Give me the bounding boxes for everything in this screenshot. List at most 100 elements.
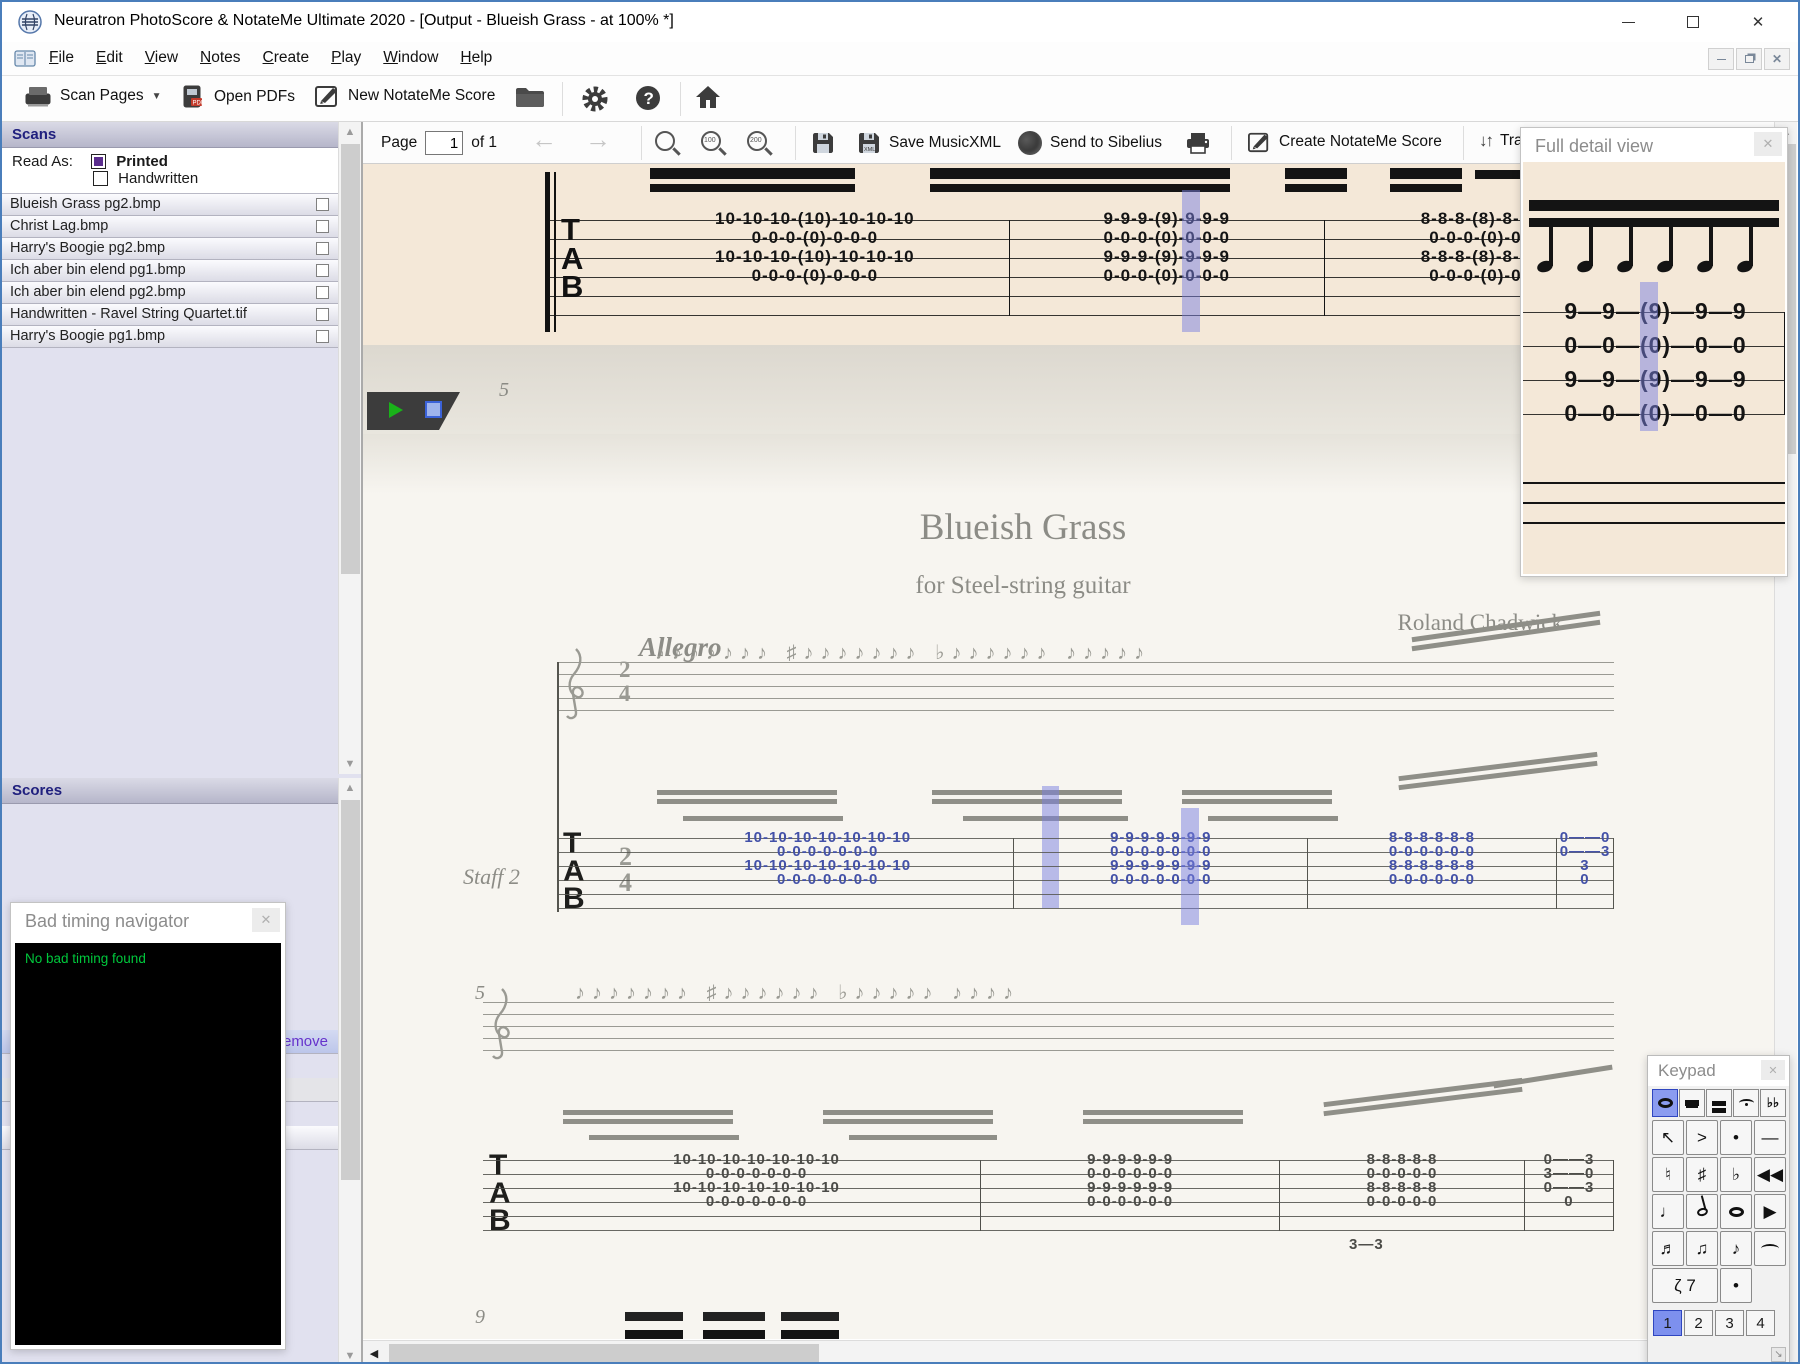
minimize-button[interactable] <box>1600 6 1656 38</box>
natural-button[interactable]: ♮ <box>1652 1157 1684 1192</box>
mdi-restore-button[interactable] <box>1736 48 1762 70</box>
file-checkbox[interactable] <box>316 220 329 233</box>
sharp-button[interactable]: ♯ <box>1686 1157 1718 1192</box>
whole-note-tab[interactable] <box>1652 1089 1678 1117</box>
rests-button[interactable]: ζ 7 <box>1652 1268 1718 1303</box>
menu-window[interactable]: Window <box>372 42 449 67</box>
maximize-button[interactable] <box>1665 6 1721 38</box>
tab-measure[interactable]: 10-10-10-(10)-10-10-10 0-0-0-(0)-0-0-0 10-… <box>621 209 1010 316</box>
settings-button[interactable] <box>580 84 610 114</box>
menu-create[interactable]: Create <box>252 42 321 67</box>
full-detail-content[interactable]: 9—9—(9)—9—90—0—(0)—0—09—9—(9)—9—90—0—(0)… <box>1523 162 1785 574</box>
zoom-button[interactable] <box>655 131 675 151</box>
scrollbar-thumb[interactable] <box>341 800 360 1180</box>
open-folder-button[interactable] <box>514 84 546 110</box>
scrollbar-thumb[interactable] <box>341 144 360 574</box>
menu-file[interactable]: File <box>38 42 85 67</box>
staccato-button[interactable]: • <box>1720 1120 1752 1155</box>
printed-checkbox[interactable] <box>91 154 107 169</box>
tab-measure[interactable]: 0——3 3——0 0——3 0 <box>1525 1151 1614 1231</box>
scan-file-item[interactable]: Blueish Grass pg2.bmp <box>2 194 338 216</box>
create-notateme-button[interactable]: Create NotateMe Score <box>1247 131 1442 153</box>
zoom-200-button[interactable]: 200 <box>747 131 767 151</box>
scores-scrollbar[interactable]: ▲ ▼ <box>338 778 361 1362</box>
title-bar[interactable]: Neuratron PhotoScore & NotateMe Ultimate… <box>2 2 1798 42</box>
tab-measure[interactable]: 9-9-9-9-9-9-9 0-0-0-0-0-0-0 9-9-9-9-9-9-9 0… <box>1014 808 1309 925</box>
tab-measure[interactable]: 9—9—(9)—9—90—0—(0)—0—09—9—(9)—9—90—0—(0)… <box>1527 282 1785 431</box>
file-checkbox[interactable] <box>316 308 329 321</box>
double-flat-tab[interactable]: ♭♭ <box>1760 1089 1786 1117</box>
scans-scrollbar[interactable]: ▲ ▼ <box>338 122 361 774</box>
scroll-up-icon[interactable]: ▲ <box>339 778 361 798</box>
play-note-button[interactable]: ▶ <box>1754 1194 1786 1229</box>
keypad-title[interactable]: Keypad ✕ <box>1648 1056 1789 1086</box>
eighth-note-button[interactable]: ♪ <box>1720 1231 1752 1266</box>
keypad-number-4[interactable]: 4 <box>1746 1310 1775 1336</box>
dot-button[interactable]: • <box>1720 1268 1752 1303</box>
print-button[interactable] <box>1185 131 1211 155</box>
keypad-number-3[interactable]: 3 <box>1715 1310 1744 1336</box>
fermata-tab[interactable] <box>1733 1089 1759 1117</box>
prev-page-button[interactable]: ← <box>531 124 557 155</box>
scan-file-item[interactable]: Harry's Boogie pg2.bmp <box>2 238 338 260</box>
transpose-button[interactable]: ↓↑ Tra <box>1479 131 1523 151</box>
close-icon[interactable]: ✕ <box>252 908 280 932</box>
home-button[interactable] <box>694 84 722 110</box>
keypad-number-2[interactable]: 2 <box>1684 1310 1713 1336</box>
tenuto-button[interactable]: — <box>1754 1120 1786 1155</box>
tab-measure[interactable]: 8-8-8-8-8-8 0-0-0-0-0-0 8-8-8-8-8-8 0-0-0-0… <box>1308 829 1557 909</box>
close-icon[interactable]: ✕ <box>1761 1060 1785 1080</box>
scan-pages-button[interactable]: Scan Pages ▼ <box>24 84 162 108</box>
mdi-minimize-button[interactable] <box>1708 48 1734 70</box>
scroll-down-icon[interactable]: ▼ <box>339 1346 361 1362</box>
bad-timing-title[interactable]: Bad timing navigator ✕ <box>11 903 285 939</box>
scan-file-item[interactable]: Christ Lag.bmp <box>2 216 338 238</box>
menu-edit[interactable]: Edit <box>85 42 134 67</box>
scan-file-item[interactable]: Harry's Boogie pg1.bmp <box>2 326 338 348</box>
play-icon[interactable] <box>389 402 403 418</box>
tab-measure[interactable]: 10-10-10-10-10-10-10 0-0-0-0-0-0-0 10-10-1… <box>533 1151 982 1231</box>
keypad-number-1[interactable]: 1 <box>1653 1310 1682 1336</box>
mdi-close-button[interactable]: ✕ <box>1764 48 1790 70</box>
cursor-button[interactable]: ↖ <box>1652 1120 1684 1155</box>
new-notateme-button[interactable]: New NotateMe Score <box>314 84 495 108</box>
output-tab-staff-1[interactable]: 10-10-10-10-10-10-10 0-0-0-0-0-0-0 10-10-1… <box>557 808 1614 925</box>
handwritten-checkbox[interactable] <box>93 171 108 186</box>
tab-measure[interactable]: 9-9-9-(9)-9-9-9 0-0-0-(0)-0-0-0 9-9-9-(9)-… <box>1010 190 1325 332</box>
quarter-note-button[interactable]: ♩ <box>1652 1194 1684 1229</box>
scroll-up-icon[interactable]: ▲ <box>339 122 361 142</box>
send-to-sibelius-button[interactable]: Send to Sibelius <box>1018 131 1162 155</box>
whole-rest-tab[interactable] <box>1706 1089 1732 1117</box>
zoom-100-button[interactable]: 100 <box>701 131 721 151</box>
tab-measure[interactable]: 9-9-9-9-9-9 0-0-0-0-0-0 9-9-9-9-9-9 0-0-0-0… <box>981 1151 1281 1231</box>
tab-measure[interactable]: 0——0 0——3 3 0 <box>1557 829 1614 909</box>
full-detail-title[interactable]: Full detail view ✕ <box>1521 128 1787 160</box>
half-note-button[interactable] <box>1686 1194 1718 1229</box>
scan-file-item[interactable]: Ich aber bin elend pg1.bmp <box>2 260 338 282</box>
file-checkbox[interactable] <box>316 330 329 343</box>
beamed-note-button[interactable]: ♫ <box>1686 1231 1718 1266</box>
file-checkbox[interactable] <box>316 198 329 211</box>
menu-play[interactable]: Play <box>320 42 372 67</box>
sixteenth-note-button[interactable]: ♬ <box>1652 1231 1684 1266</box>
menu-notes[interactable]: Notes <box>189 42 252 67</box>
resize-grip-icon[interactable]: ↘ <box>1771 1347 1786 1362</box>
output-tab-staff-2[interactable]: 10-10-10-10-10-10-10 0-0-0-0-0-0-0 10-10-1… <box>483 1151 1614 1231</box>
file-checkbox[interactable] <box>316 286 329 299</box>
save-button[interactable] <box>811 131 835 155</box>
accent-button[interactable]: > <box>1686 1120 1718 1155</box>
tie-button[interactable] <box>1754 1231 1786 1266</box>
scan-file-item[interactable]: Ich aber bin elend pg2.bmp <box>2 282 338 304</box>
tab-measure[interactable]: 10-10-10-10-10-10-10 0-0-0-0-0-0-0 10-10-1… <box>642 829 1015 909</box>
rewind-button[interactable]: ◀◀ <box>1754 1157 1786 1192</box>
file-checkbox[interactable] <box>316 264 329 277</box>
main-horizontal-scrollbar[interactable]: ◀ <box>363 1340 1774 1362</box>
scan-file-item[interactable]: Handwritten - Ravel String Quartet.tif <box>2 304 338 326</box>
page-input[interactable] <box>425 131 464 155</box>
scroll-down-icon[interactable]: ▼ <box>339 754 361 774</box>
flat-button[interactable]: ♭ <box>1720 1157 1752 1192</box>
tab-measure[interactable]: 8-8-8-8-8 0-0-0-0-0 8-8-8-8-8 0-0-0-0-0 <box>1280 1151 1525 1231</box>
stop-icon[interactable] <box>425 401 442 418</box>
chevron-down-icon[interactable]: ▼ <box>152 91 162 102</box>
menu-view[interactable]: View <box>134 42 189 67</box>
